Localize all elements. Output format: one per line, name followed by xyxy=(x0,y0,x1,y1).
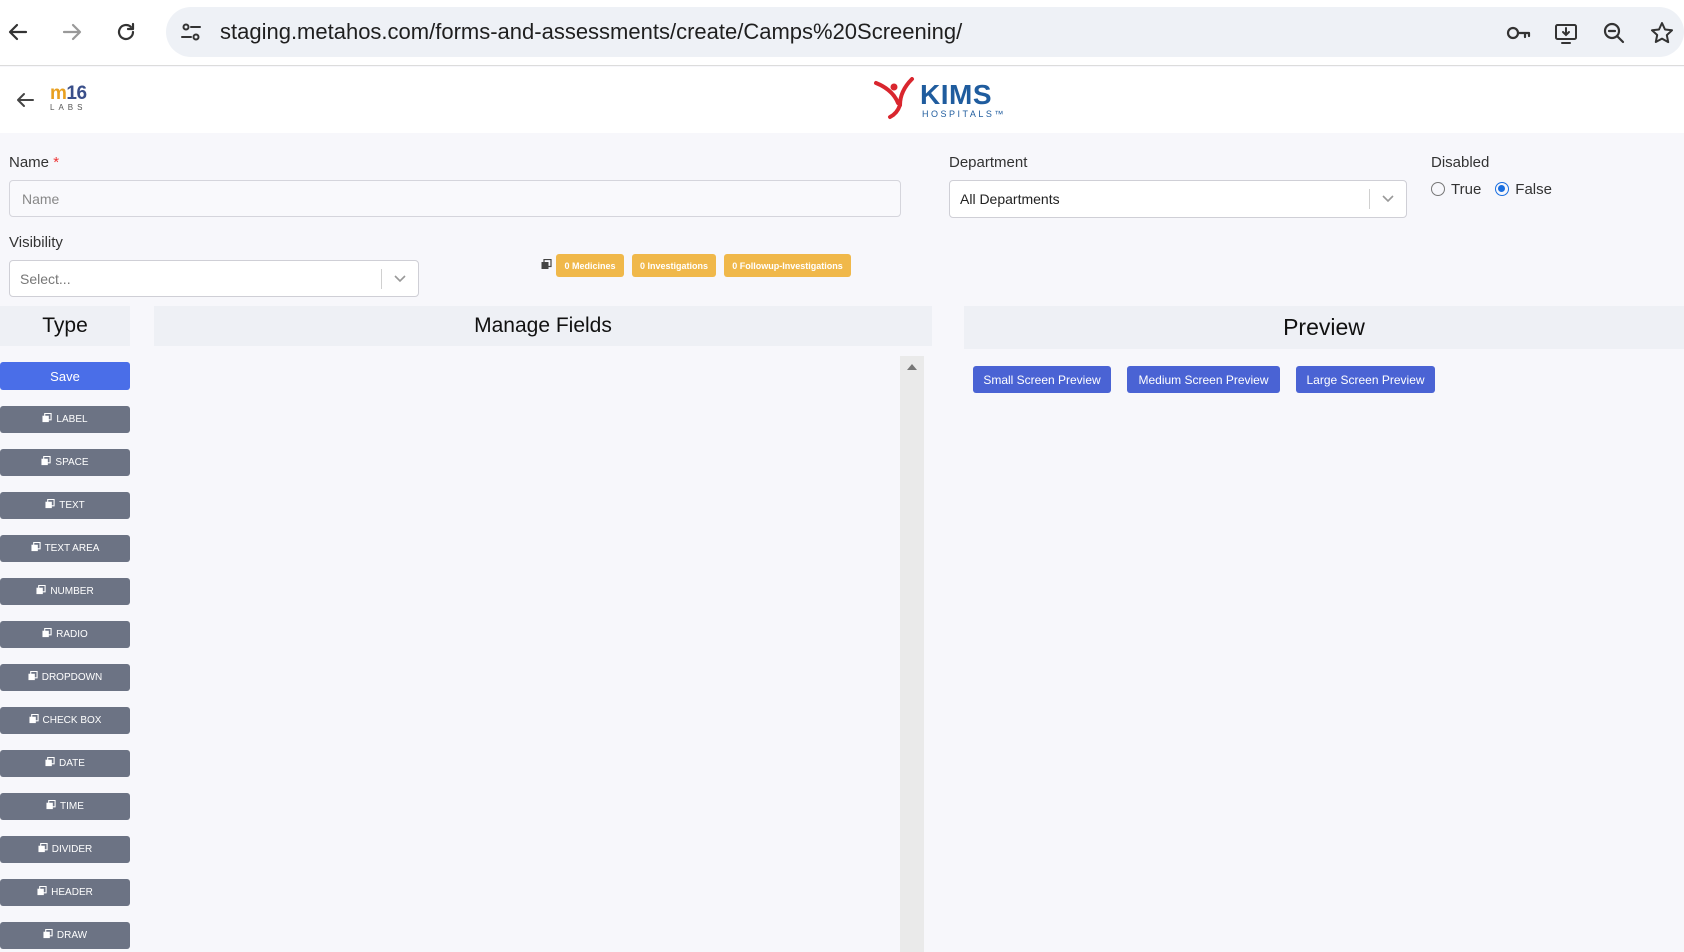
scroll-up-icon[interactable] xyxy=(907,364,917,370)
large-screen-preview-button[interactable]: Large Screen Preview xyxy=(1296,366,1435,393)
name-label: Name * xyxy=(9,154,60,171)
name-input[interactable]: Name xyxy=(9,180,901,217)
site-settings-icon[interactable] xyxy=(178,19,204,45)
type-button-dropdown[interactable]: DROPDOWN xyxy=(0,664,130,691)
type-button-space[interactable]: SPACE xyxy=(0,449,130,476)
save-button[interactable]: Save xyxy=(0,362,130,390)
preview-title: Preview xyxy=(964,306,1684,349)
type-button-label[interactable]: LABEL xyxy=(0,406,130,433)
copy-icon xyxy=(46,799,56,809)
radio-true[interactable] xyxy=(1431,182,1445,196)
type-button-header[interactable]: HEADER xyxy=(0,879,130,906)
back-icon[interactable] xyxy=(0,14,36,50)
disabled-radio-group: True False xyxy=(1431,180,1566,198)
copy-icon xyxy=(43,928,53,938)
copy-icon xyxy=(31,541,41,551)
type-button-text[interactable]: TEXT xyxy=(0,492,130,519)
copy-icon xyxy=(41,455,52,465)
copy-icon xyxy=(29,713,39,723)
copy-icon xyxy=(42,627,52,637)
copy-icon xyxy=(45,498,55,508)
type-button-number[interactable]: NUMBER xyxy=(0,578,130,605)
password-key-icon[interactable] xyxy=(1504,19,1532,47)
medicines-badge[interactable]: 0 Medicines xyxy=(556,254,624,277)
radio-false[interactable] xyxy=(1495,182,1510,196)
copy-icon xyxy=(36,584,46,594)
zoom-icon[interactable] xyxy=(1600,19,1628,47)
type-button-radio[interactable]: RADIO xyxy=(0,621,130,648)
type-button-divider[interactable]: DIVIDER xyxy=(0,836,130,863)
kims-hospitals-logo: KIMS HOSPITALS™ xyxy=(872,77,1003,123)
copy-icon xyxy=(42,412,53,422)
visibility-label: Visibility xyxy=(9,234,63,251)
small-screen-preview-button[interactable]: Small Screen Preview xyxy=(973,366,1111,393)
manage-fields-title: Manage Fields xyxy=(154,306,932,346)
manage-fields-scrollbar[interactable] xyxy=(900,356,924,952)
type-button-check-box[interactable]: CHECK BOX xyxy=(0,707,130,734)
copy-icon xyxy=(541,259,552,269)
kims-figure-icon xyxy=(874,77,914,119)
copy-icon xyxy=(37,885,47,895)
reload-icon[interactable] xyxy=(108,14,144,50)
app-header: m16 LABS KIMS HOSPITALS™ xyxy=(0,67,1684,133)
browser-toolbar: staging.metahos.com/forms-and-assessment… xyxy=(0,0,1684,66)
type-button-text-area[interactable]: TEXT AREA xyxy=(0,535,130,562)
disabled-true-option[interactable]: True xyxy=(1431,181,1481,198)
copy-icon xyxy=(38,842,48,852)
department-label: Department xyxy=(949,154,1028,171)
forward-icon[interactable] xyxy=(54,14,90,50)
investigations-badge[interactable]: 0 Investigations xyxy=(632,254,716,277)
chevron-down-icon xyxy=(394,275,406,283)
chevron-down-icon xyxy=(1382,195,1394,203)
address-bar[interactable]: staging.metahos.com/forms-and-assessment… xyxy=(166,7,1684,57)
department-select[interactable]: All Departments xyxy=(949,180,1407,218)
type-panel-title: Type xyxy=(0,306,130,346)
visibility-select[interactable]: Select... xyxy=(9,260,419,297)
m16-labs-logo: m16 LABS xyxy=(50,83,87,112)
disabled-false-option[interactable]: False xyxy=(1495,181,1552,198)
bookmark-star-icon[interactable] xyxy=(1648,19,1676,47)
type-button-date[interactable]: DATE xyxy=(0,750,130,777)
copy-icon xyxy=(28,670,38,680)
medium-screen-preview-button[interactable]: Medium Screen Preview xyxy=(1127,366,1280,393)
followup-investigations-badge[interactable]: 0 Followup-Investigations xyxy=(724,254,851,277)
app-back-icon[interactable] xyxy=(12,87,38,113)
url-text[interactable]: staging.metahos.com/forms-and-assessment… xyxy=(220,7,962,57)
copy-icon xyxy=(45,756,55,766)
type-button-time[interactable]: TIME xyxy=(0,793,130,820)
type-button-draw[interactable]: DRAW xyxy=(0,922,130,949)
disabled-label: Disabled xyxy=(1431,154,1490,171)
install-app-icon[interactable] xyxy=(1552,19,1580,47)
